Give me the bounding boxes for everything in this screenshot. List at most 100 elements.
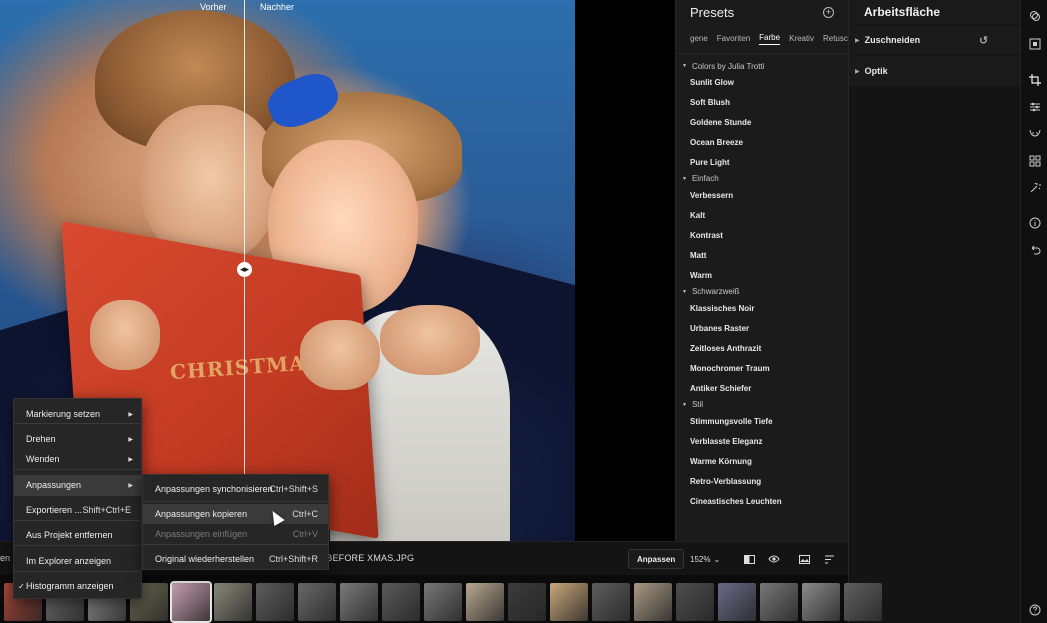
filmstrip-thumbnail[interactable] [634, 583, 672, 621]
preset-group-header[interactable]: ▼ Schwarzweiß [676, 285, 848, 299]
context-menu-item[interactable]: Exportieren ... Shift+Ctrl+E [14, 500, 141, 520]
context-menu-item[interactable]: Anpassungen ▶ [14, 475, 141, 495]
preset-item[interactable]: Zeitloses Anthrazit [676, 339, 848, 359]
face-icon[interactable] [1027, 126, 1042, 141]
preset-item[interactable]: Pure Light [676, 152, 848, 172]
grid-icon[interactable] [1027, 153, 1042, 168]
context-menu-item[interactable]: Im Explorer anzeigen [14, 551, 141, 571]
preset-group-header[interactable]: ▼ Einfach [676, 172, 848, 186]
context-menu-item[interactable]: ✓ Histogramm anzeigen [14, 576, 141, 596]
info-icon[interactable] [1027, 215, 1042, 230]
photo-hand-right [380, 305, 480, 375]
filmstrip-thumbnail[interactable] [382, 583, 420, 621]
collapse-triangle-icon: ▼ [682, 63, 687, 69]
menu-separator [143, 544, 328, 545]
submenu-item[interactable]: Anpassungen kopieren Ctrl+C [143, 504, 328, 524]
preset-item[interactable]: Sunlit Glow [676, 73, 848, 93]
preset-item[interactable]: Goldene Stunde [676, 113, 848, 133]
menu-separator [14, 520, 141, 521]
submenu-arrow-icon: ▶ [128, 456, 133, 463]
preset-group-header[interactable]: ▼ Colors by Julia Trotti [676, 59, 848, 73]
filmstrip-thumbnail[interactable] [340, 583, 378, 621]
preset-tab[interactable]: Kreativ [789, 34, 814, 43]
preset-tab[interactable]: Farbe [759, 33, 781, 45]
menu-separator [14, 469, 141, 470]
context-menu-label: Im Explorer anzeigen [26, 556, 112, 566]
adjust-button[interactable]: Anpassen [628, 549, 685, 569]
preset-item[interactable]: Klassisches Noir [676, 299, 848, 319]
preset-item[interactable]: Monochromer Traum [676, 358, 848, 378]
zoom-value: 152% [690, 554, 711, 564]
preset-item[interactable]: Kontrast [676, 226, 848, 246]
preset-item[interactable]: Verbessern [676, 186, 848, 206]
filmstrip-thumbnail[interactable] [298, 583, 336, 621]
file-name: T BEFORE XMAS.JPG [318, 553, 415, 563]
preset-item[interactable]: Ocean Breeze [676, 132, 848, 152]
filmstrip-thumbnail[interactable] [676, 583, 714, 621]
undo-icon[interactable] [1027, 242, 1042, 257]
section-crop[interactable]: ▶ Zuschneiden ↺ [849, 25, 1020, 55]
eye-icon[interactable] [768, 553, 780, 565]
preset-item[interactable]: Matt [676, 245, 848, 265]
compare-view-icon[interactable] [743, 553, 755, 565]
submenu-arrow-icon: ▶ [128, 482, 133, 489]
help-icon[interactable] [1027, 602, 1042, 617]
filmstrip-thumbnail[interactable] [592, 583, 630, 621]
preset-item[interactable]: Kalt [676, 206, 848, 226]
preset-item[interactable]: Retro-Verblassung [676, 471, 848, 491]
context-menu-item[interactable]: Drehen ▶ [14, 429, 141, 449]
preset-item[interactable]: Warme Körnung [676, 452, 848, 472]
preset-tab[interactable]: Favoriten [717, 34, 750, 43]
context-menu-item[interactable]: Aus Projekt entfernen [14, 525, 141, 545]
filmstrip-thumbnail[interactable] [466, 583, 504, 621]
image-icon[interactable] [798, 553, 810, 565]
filmstrip-thumbnail[interactable] [424, 583, 462, 621]
add-preset-icon[interactable]: + [823, 6, 834, 18]
preset-item[interactable]: Verblasste Eleganz [676, 432, 848, 452]
preset-group-header[interactable]: ▼ Stil [676, 398, 848, 412]
filmstrip-thumbnail[interactable] [802, 583, 840, 621]
preset-item[interactable]: Antiker Schiefer [676, 378, 848, 398]
context-menu-label: Histogramm anzeigen [26, 581, 114, 591]
submenu-label: Anpassungen synchonisieren [155, 484, 273, 494]
preset-item[interactable]: Cineastisches Leuchten [676, 491, 848, 511]
section-optics[interactable]: ▶ Optik [849, 56, 1020, 86]
presets-list: ▼ Colors by Julia Trotti Sunlit Glow Soft B… [676, 54, 848, 511]
submenu-arrow-icon: ▶ [128, 436, 133, 443]
select-icon[interactable] [1027, 36, 1042, 51]
filmstrip-thumbnail[interactable] [214, 583, 252, 621]
submenu-item: Anpassungen einfügen Ctrl+V [143, 524, 328, 544]
shortcut-label: Ctrl+Shift+S [269, 484, 318, 494]
reset-icon[interactable]: ↺ [979, 34, 988, 47]
filmstrip-thumbnail[interactable] [760, 583, 798, 621]
photo-hand-left [90, 300, 160, 370]
compare-split-handle[interactable]: ◂▸ [237, 262, 252, 277]
context-menu-item[interactable]: Wenden ▶ [14, 449, 141, 469]
sort-icon[interactable] [823, 553, 835, 565]
layers-icon[interactable] [1027, 8, 1042, 23]
preset-tab[interactable]: gene [690, 34, 708, 43]
magic-icon[interactable] [1027, 180, 1042, 195]
context-menu-label: Aus Projekt entfernen [26, 530, 113, 540]
filmstrip-thumbnail[interactable] [844, 583, 882, 621]
preset-item[interactable]: Soft Blush [676, 93, 848, 113]
zoom-dropdown[interactable]: 152% ⌄ [682, 549, 728, 569]
filmstrip-thumbnail[interactable] [256, 583, 294, 621]
context-menu-item[interactable]: Markierung setzen ▶ [14, 404, 141, 424]
shortcut-label: Ctrl+V [292, 529, 318, 539]
filmstrip-thumbnail[interactable] [170, 581, 212, 623]
submenu-item[interactable]: Original wiederherstellen Ctrl+Shift+R [143, 549, 328, 569]
breadcrumb[interactable]: en [0, 553, 10, 563]
preset-item[interactable]: Urbanes Raster [676, 319, 848, 339]
submenu-arrow-icon: ▶ [128, 411, 133, 418]
preset-item[interactable]: Warm [676, 265, 848, 285]
filmstrip-thumbnail[interactable] [718, 583, 756, 621]
sliders-icon[interactable] [1027, 99, 1042, 114]
context-menu-label: Drehen [26, 434, 56, 444]
preset-tab[interactable]: Retuschier [823, 34, 848, 43]
preset-item[interactable]: Stimmungsvolle Tiefe [676, 412, 848, 432]
filmstrip-thumbnail[interactable] [508, 583, 546, 621]
crop-icon[interactable] [1027, 72, 1042, 87]
submenu-item[interactable]: Anpassungen synchonisieren Ctrl+Shift+S [143, 479, 328, 499]
filmstrip-thumbnail[interactable] [550, 583, 588, 621]
